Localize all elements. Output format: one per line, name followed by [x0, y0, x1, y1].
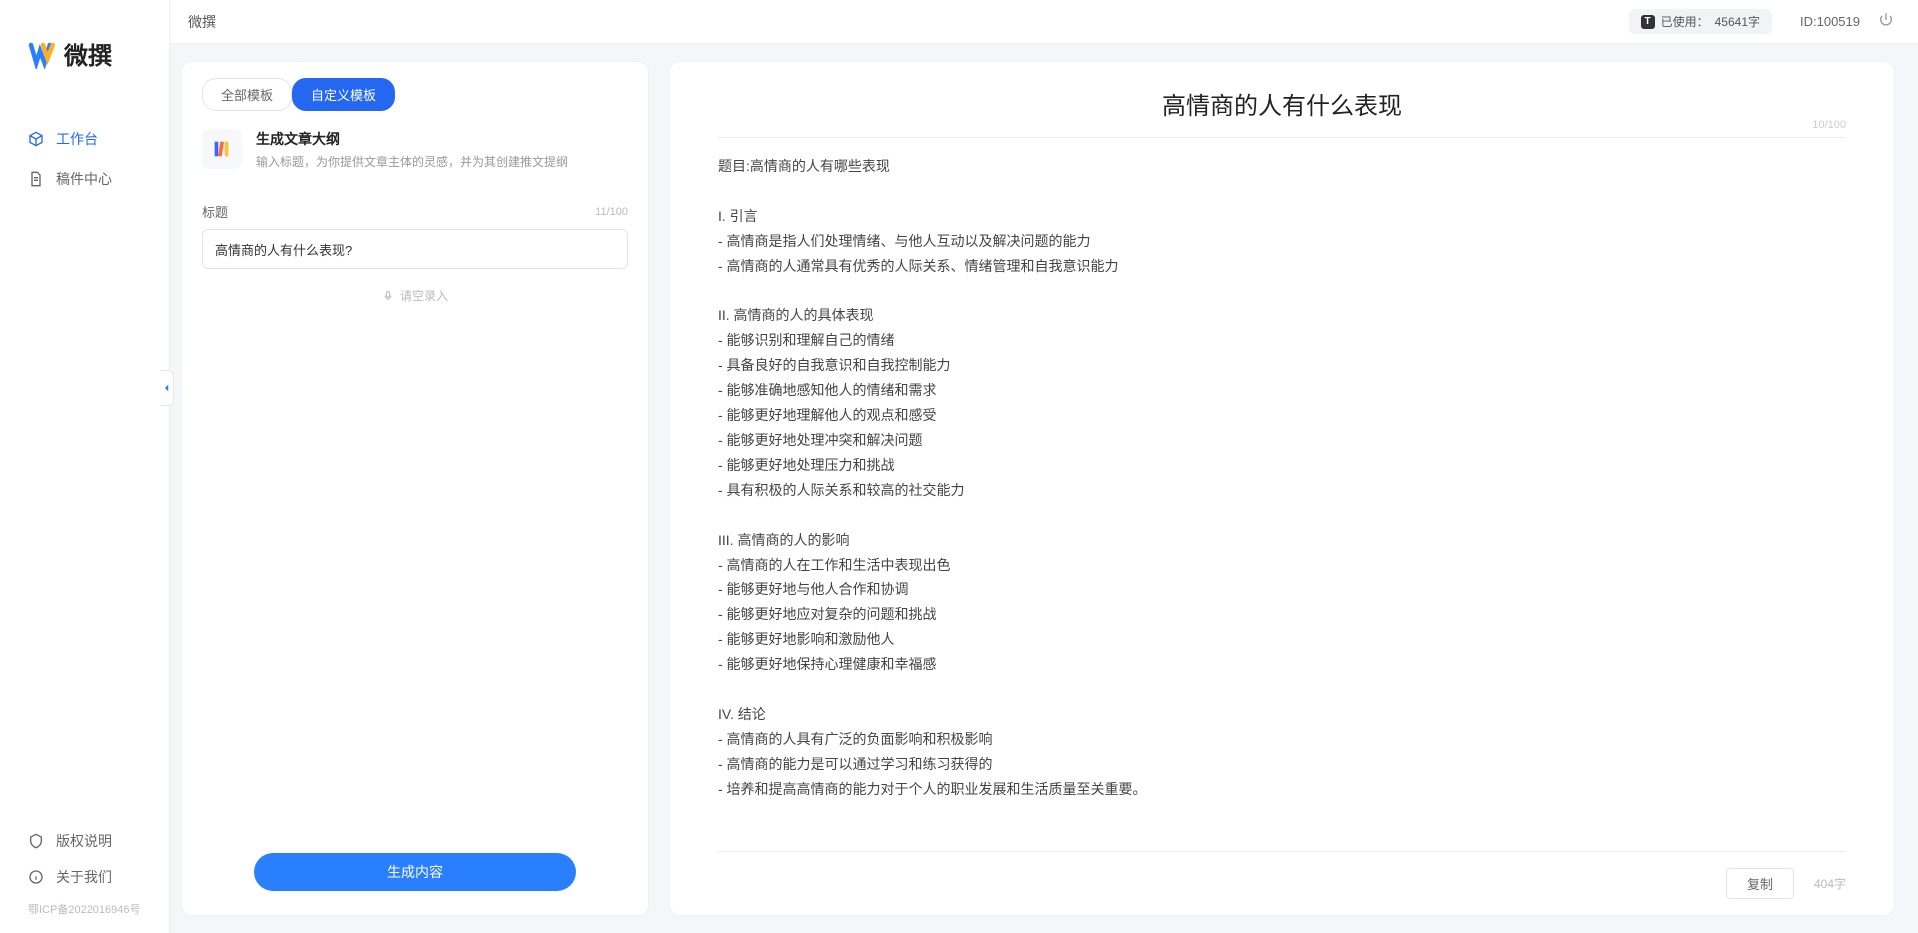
- output-footer: 复制 404字: [718, 851, 1846, 915]
- tab-all-templates[interactable]: 全部模板: [202, 78, 292, 111]
- shield-icon: [28, 833, 44, 849]
- output-title: 高情商的人有什么表现: [718, 86, 1846, 121]
- footer-item-about[interactable]: 关于我们: [0, 859, 169, 895]
- sidebar-item-label: 稿件中心: [56, 169, 112, 189]
- voice-input-hint[interactable]: 请空录入: [182, 269, 648, 322]
- usage-label: 已使用：: [1661, 13, 1709, 30]
- topbar: 微撰 T 已使用： 45641字 ID:100519: [170, 0, 1918, 44]
- sidebar-footer: 版权说明 关于我们 鄂ICP备2022016946号: [0, 823, 169, 933]
- word-count: 404字: [1814, 875, 1846, 892]
- content-row: 全部模板 自定义模板 生成文章大纲 输入标题，为你提供文章主体的灵感，并为其创建…: [170, 44, 1918, 933]
- template-title: 生成文章大纲: [256, 129, 568, 149]
- logo-icon: [28, 39, 58, 69]
- field-label: 标题: [202, 202, 228, 221]
- generate-button[interactable]: 生成内容: [254, 853, 576, 891]
- usage-badge: T: [1641, 15, 1655, 29]
- title-input[interactable]: [202, 229, 628, 269]
- power-icon: [1878, 12, 1894, 28]
- template-tabs: 全部模板 自定义模板: [182, 62, 648, 111]
- app-root: 微撰 工作台 稿件中心 版权说明 关于我们 鄂ICP备2022016946号: [0, 0, 1918, 933]
- sidebar: 微撰 工作台 稿件中心 版权说明 关于我们 鄂ICP备2022016946号: [0, 0, 170, 933]
- copy-button[interactable]: 复制: [1726, 868, 1794, 899]
- document-icon: [28, 171, 44, 187]
- template-desc: 输入标题，为你提供文章主体的灵感，并为其创建推文提纲: [256, 153, 568, 170]
- usage-indicator: T 已使用： 45641字: [1629, 9, 1772, 34]
- template-card: 生成文章大纲 输入标题，为你提供文章主体的灵感，并为其创建推文提纲: [182, 111, 648, 184]
- template-icon: [202, 129, 242, 169]
- power-button[interactable]: [1878, 12, 1894, 31]
- output-title-counter: 10/100: [1812, 119, 1846, 131]
- template-info: 生成文章大纲 输入标题，为你提供文章主体的灵感，并为其创建推文提纲: [256, 129, 568, 170]
- input-panel: 全部模板 自定义模板 生成文章大纲 输入标题，为你提供文章主体的灵感，并为其创建…: [182, 62, 648, 915]
- info-icon: [28, 869, 44, 885]
- footer-item-label: 关于我们: [56, 867, 112, 887]
- field-label-row: 标题 11/100: [182, 184, 648, 229]
- output-header: 高情商的人有什么表现 10/100: [670, 62, 1894, 127]
- mic-icon: [382, 290, 394, 302]
- usage-value: 45641字: [1715, 13, 1760, 30]
- footer-item-copyright[interactable]: 版权说明: [0, 823, 169, 859]
- sidebar-nav: 工作台 稿件中心: [0, 95, 169, 823]
- output-body[interactable]: 题目:高情商的人有哪些表现 I. 引言 - 高情商是指人们处理情绪、与他人互动以…: [670, 138, 1894, 851]
- logo-text: 微撰: [64, 36, 112, 71]
- output-panel: 高情商的人有什么表现 10/100 题目:高情商的人有哪些表现 I. 引言 - …: [670, 62, 1894, 915]
- cube-icon: [28, 131, 44, 147]
- tab-custom-templates[interactable]: 自定义模板: [292, 78, 395, 111]
- main: 微撰 T 已使用： 45641字 ID:100519 全部模板 自定义模板: [170, 0, 1918, 933]
- sidebar-item-label: 工作台: [56, 129, 98, 149]
- logo: 微撰: [0, 0, 169, 95]
- sidebar-item-drafts[interactable]: 稿件中心: [0, 159, 169, 199]
- icp-text: 鄂ICP备2022016946号: [0, 895, 169, 917]
- sidebar-item-workbench[interactable]: 工作台: [0, 119, 169, 159]
- user-id: ID:100519: [1800, 14, 1860, 29]
- books-icon: [211, 138, 233, 160]
- footer-item-label: 版权说明: [56, 831, 112, 851]
- field-counter: 11/100: [595, 206, 628, 218]
- topbar-title: 微撰: [188, 12, 216, 32]
- voice-hint-text: 请空录入: [400, 287, 448, 304]
